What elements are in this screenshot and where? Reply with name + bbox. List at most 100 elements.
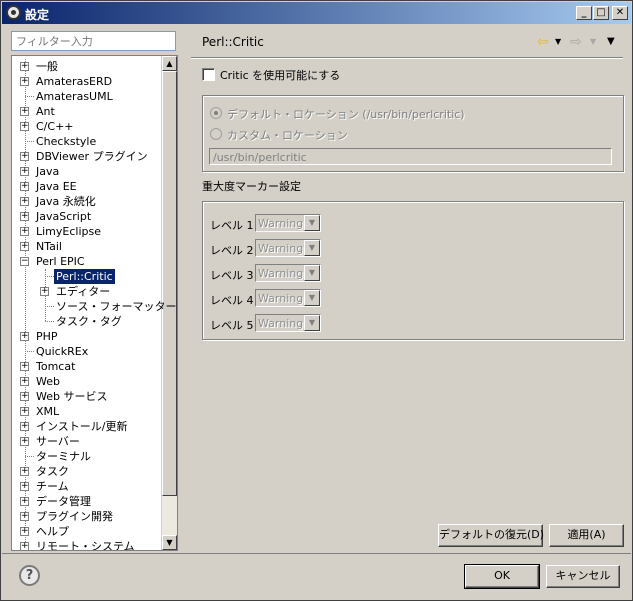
preferences-tree[interactable]: ▲ ▼ + 一般 + AmaterasERD AmaterasUML + Ant + C/C++… <box>11 55 178 551</box>
close-button[interactable]: ✕ <box>612 6 628 20</box>
expand-icon[interactable]: + <box>20 227 29 236</box>
ok-button[interactable]: OK <box>464 564 540 589</box>
forward-arrow-icon[interactable]: ⇨ <box>570 34 582 50</box>
expand-icon[interactable]: + <box>20 512 29 521</box>
scroll-up-arrow-icon[interactable]: ▲ <box>162 56 177 71</box>
minimize-button[interactable]: _ <box>576 6 592 20</box>
back-arrow-icon[interactable]: ⇦ <box>537 34 549 50</box>
tree-item[interactable]: + エディター <box>12 284 162 299</box>
apply-button[interactable]: 適用(A) <box>549 524 624 547</box>
tree-item[interactable]: + Java 永続化 <box>12 194 162 209</box>
expand-icon[interactable]: + <box>20 62 29 71</box>
expand-icon[interactable]: + <box>20 362 29 371</box>
dropdown-arrow-icon[interactable]: ▼ <box>304 265 320 281</box>
dropdown-arrow-icon[interactable]: ▼ <box>304 290 320 306</box>
enable-critic-checkbox[interactable] <box>202 68 215 81</box>
default-location-radio[interactable] <box>210 107 222 119</box>
cancel-button[interactable]: キャンセル <box>546 565 620 588</box>
view-menu-icon[interactable]: ▼ <box>607 34 615 50</box>
severity-level-combo[interactable]: Warning ▼ <box>255 239 321 257</box>
expand-icon[interactable]: + <box>20 197 29 206</box>
tree-item[interactable]: + ヘルプ <box>12 524 162 539</box>
forward-menu-chevron-icon[interactable]: ▼ <box>590 34 596 50</box>
tree-item[interactable]: + Tomcat <box>12 359 162 374</box>
tree-connector <box>25 456 34 457</box>
tree-item[interactable]: + PHP <box>12 329 162 344</box>
tree-item[interactable]: + データ管理 <box>12 494 162 509</box>
restore-defaults-button[interactable]: デフォルトの復元(D) <box>438 524 544 547</box>
tree-item[interactable]: + Java EE <box>12 179 162 194</box>
expand-icon[interactable]: + <box>20 182 29 191</box>
expand-icon[interactable]: + <box>20 107 29 116</box>
tree-item[interactable]: + チーム <box>12 479 162 494</box>
back-menu-chevron-icon[interactable]: ▼ <box>555 34 561 50</box>
expand-icon[interactable]: + <box>20 242 29 251</box>
tree-item[interactable]: AmaterasUML <box>12 89 162 104</box>
tree-item[interactable]: + XML <box>12 404 162 419</box>
tree-item[interactable]: Perl::Critic <box>12 269 162 284</box>
expand-icon[interactable]: + <box>20 212 29 221</box>
tree-item[interactable]: + サーバー <box>12 434 162 449</box>
dropdown-arrow-icon[interactable]: ▼ <box>304 215 320 231</box>
tree-item[interactable]: + タスク <box>12 464 162 479</box>
expand-icon[interactable]: + <box>20 542 29 550</box>
location-path-field[interactable]: /usr/bin/perlcritic <box>209 148 612 165</box>
expand-icon[interactable]: + <box>20 392 29 401</box>
maximize-button[interactable]: □ <box>593 6 609 20</box>
tree-item[interactable]: Checkstyle <box>12 134 162 149</box>
tree-item-label: ターミナル <box>36 450 91 463</box>
tree-item[interactable]: + Java <box>12 164 162 179</box>
tree-item[interactable]: + リモート・システム <box>12 539 162 550</box>
scroll-down-arrow-icon[interactable]: ▼ <box>162 535 177 550</box>
expand-icon[interactable]: + <box>20 77 29 86</box>
tree-item-label: データ管理 <box>36 495 91 508</box>
collapse-icon[interactable]: − <box>20 257 29 266</box>
dropdown-arrow-icon[interactable]: ▼ <box>304 240 320 256</box>
expand-icon[interactable]: + <box>20 497 29 506</box>
tree-item-label: NTail <box>36 240 62 253</box>
tree-item[interactable]: ターミナル <box>12 449 162 464</box>
expand-icon[interactable]: + <box>20 152 29 161</box>
tree-item-label: Perl EPIC <box>36 255 85 268</box>
pane-divider[interactable] <box>184 25 188 552</box>
expand-icon[interactable]: + <box>20 467 29 476</box>
expand-icon[interactable]: + <box>20 422 29 431</box>
expand-icon[interactable]: + <box>40 287 49 296</box>
dropdown-arrow-icon[interactable]: ▼ <box>304 315 320 331</box>
expand-icon[interactable]: + <box>20 377 29 386</box>
title-bar[interactable]: 設定 _ □ ✕ <box>2 2 631 24</box>
tree-item[interactable]: + プラグイン開発 <box>12 509 162 524</box>
tree-item[interactable]: + DBViewer プラグイン <box>12 149 162 164</box>
tree-item[interactable]: + JavaScript <box>12 209 162 224</box>
tree-item[interactable]: ソース・フォーマッター <box>12 299 176 314</box>
expand-icon[interactable]: + <box>20 122 29 131</box>
tree-item[interactable]: + Web サービス <box>12 389 162 404</box>
tree-item[interactable]: + インストール/更新 <box>12 419 162 434</box>
tree-item[interactable]: + LimyEclipse <box>12 224 162 239</box>
help-icon[interactable]: ? <box>19 565 40 586</box>
expand-icon[interactable]: + <box>20 527 29 536</box>
custom-location-radio[interactable] <box>210 128 222 140</box>
severity-level-combo[interactable]: Warning ▼ <box>255 264 321 282</box>
tree-item[interactable]: + C/C++ <box>12 119 162 134</box>
severity-section-title: 重大度マーカー設定 <box>202 180 301 193</box>
tree-item[interactable]: + NTail <box>12 239 162 254</box>
scroll-thumb[interactable] <box>162 71 177 496</box>
severity-level-combo[interactable]: Warning ▼ <box>255 214 321 232</box>
severity-level-combo[interactable]: Warning ▼ <box>255 314 321 332</box>
tree-item[interactable]: + Ant <box>12 104 162 119</box>
tree-item[interactable]: − Perl EPIC <box>12 254 162 269</box>
tree-item[interactable]: タスク・タグ <box>12 314 162 329</box>
tree-item-label: Java 永続化 <box>36 195 96 208</box>
tree-item[interactable]: + AmaterasERD <box>12 74 162 89</box>
severity-level-combo[interactable]: Warning ▼ <box>255 289 321 307</box>
tree-item[interactable]: + Web <box>12 374 162 389</box>
filter-input[interactable] <box>11 31 176 51</box>
expand-icon[interactable]: + <box>20 167 29 176</box>
expand-icon[interactable]: + <box>20 482 29 491</box>
tree-item[interactable]: + 一般 <box>12 59 162 74</box>
tree-item[interactable]: QuickREx <box>12 344 162 359</box>
expand-icon[interactable]: + <box>20 407 29 416</box>
expand-icon[interactable]: + <box>20 332 29 341</box>
expand-icon[interactable]: + <box>20 437 29 446</box>
